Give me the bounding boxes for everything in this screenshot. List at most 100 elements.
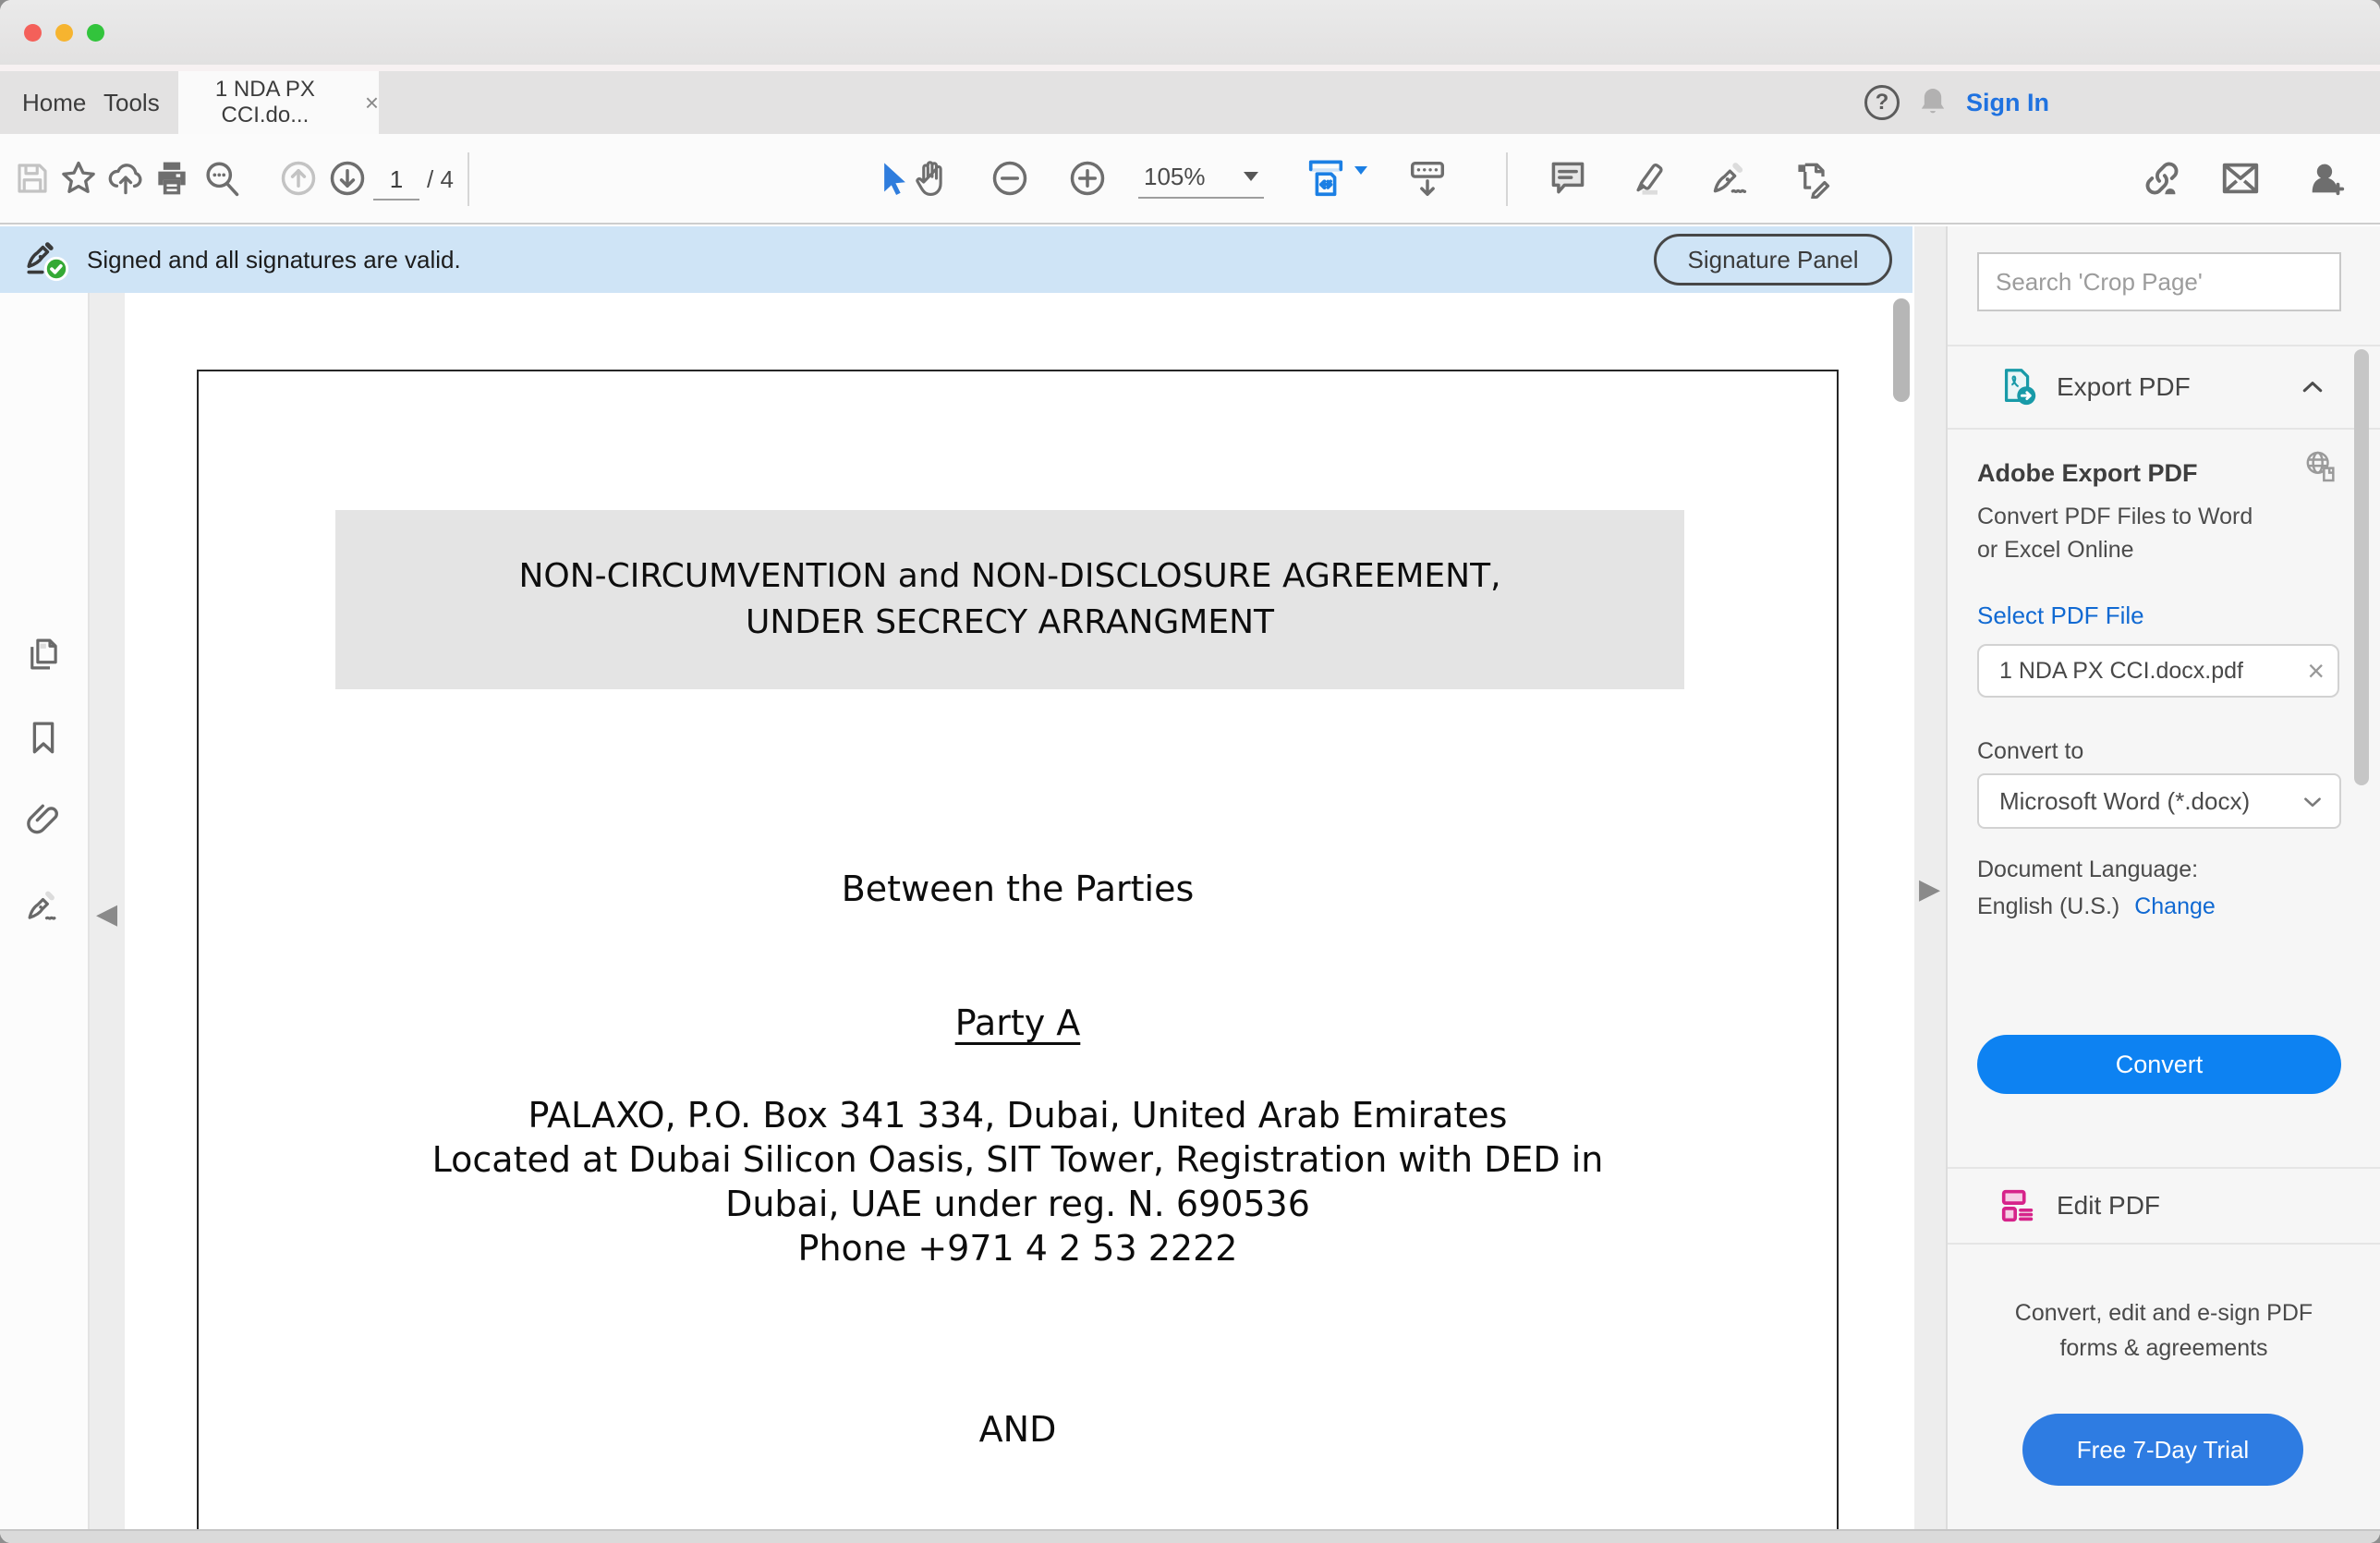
fill-and-sign-icon[interactable] — [1708, 157, 1751, 200]
signatures-panel-icon[interactable] — [22, 884, 65, 927]
zoom-in-icon[interactable] — [1066, 157, 1109, 200]
select-tool-icon[interactable] — [870, 157, 913, 200]
window-bottom-edge — [0, 1529, 2380, 1543]
email-icon[interactable] — [2219, 157, 2262, 200]
promo-text-line2: forms & agreements — [1948, 1335, 2380, 1362]
tab-home[interactable]: Home — [22, 71, 86, 134]
minimize-window-button[interactable] — [55, 24, 73, 42]
page-display-icon[interactable] — [1406, 157, 1449, 200]
fit-options-chevron-icon[interactable] — [1354, 175, 1367, 188]
change-language-link[interactable]: Change — [2134, 893, 2216, 920]
convert-button[interactable]: Convert — [1977, 1035, 2341, 1094]
fit-width-icon[interactable] — [1305, 157, 1347, 200]
document-viewport[interactable]: NON-CIRCUMVENTION and NON-DISCLOSURE AGR… — [125, 293, 1888, 1529]
online-service-icon — [2302, 448, 2339, 485]
edit-pdf-tool-row[interactable]: Edit PDF — [1948, 1167, 2380, 1245]
bookmarks-icon[interactable] — [22, 716, 65, 759]
acrobat-window: Home Tools 1 NDA PX CCI.do... × ? Sign I… — [0, 0, 2380, 1543]
document-title-block: NON-CIRCUMVENTION and NON-DISCLOSURE AGR… — [335, 510, 1684, 689]
chevron-left-icon: ◀ — [96, 898, 117, 930]
chevron-down-icon — [2301, 790, 2325, 814]
page-number-input[interactable] — [373, 160, 419, 200]
address-line: PALAXO, P.O. Box 341 334, Dubai, United … — [199, 1093, 1837, 1137]
adobe-export-pdf-heading: Adobe Export PDF — [1977, 459, 2198, 488]
selected-file-chip: 1 NDA PX CCI.docx.pdf × — [1977, 644, 2339, 698]
conjunction-text: AND — [199, 1407, 1837, 1452]
promo-text-line1: Convert, edit and e-sign PDF — [1948, 1300, 2380, 1327]
free-trial-button[interactable]: Free 7-Day Trial — [2022, 1414, 2303, 1486]
zoom-out-icon[interactable] — [989, 157, 1031, 200]
edit-pdf-label: Edit PDF — [2057, 1169, 2160, 1243]
signature-valid-icon — [24, 237, 70, 283]
sign-in-button[interactable]: Sign In — [1966, 71, 2049, 134]
address-line: Located at Dubai Silicon Oasis, SIT Towe… — [199, 1137, 1837, 1182]
chevron-down-icon — [1244, 172, 1258, 181]
edit-pdf-icon — [1998, 1185, 2040, 1227]
search-icon[interactable] — [200, 157, 243, 200]
address-line: Phone +971 4 2 53 2222 — [199, 1226, 1837, 1270]
toolbar-divider — [468, 152, 469, 206]
tab-tools[interactable]: Tools — [103, 71, 160, 134]
close-window-button[interactable] — [24, 24, 42, 42]
attachments-icon[interactable] — [22, 799, 65, 842]
panel-scrollbar-thumb[interactable] — [2354, 349, 2369, 785]
document-scrollbar-thumb[interactable] — [1893, 298, 1910, 402]
document-subtitle: Between the Parties — [199, 867, 1837, 911]
page-thumbnails-icon[interactable] — [22, 633, 65, 675]
export-pdf-label: Export PDF — [2057, 346, 2191, 428]
zoom-window-button[interactable] — [87, 24, 104, 42]
pdf-page: NON-CIRCUMVENTION and NON-DISCLOSURE AGR… — [197, 370, 1839, 1529]
signature-status-message: Signed and all signatures are valid. — [87, 226, 461, 293]
traffic-lights — [24, 24, 104, 42]
collapse-navigation-pane-button[interactable]: ◀ — [90, 293, 125, 1529]
tab-document-label: 1 NDA PX CCI.do... — [178, 77, 352, 128]
chevron-right-icon: ▶ — [1919, 873, 1940, 905]
convert-format-dropdown[interactable]: Microsoft Word (*.docx) — [1977, 773, 2341, 829]
highlight-icon[interactable] — [1626, 157, 1669, 200]
page-count-label: / 4 — [427, 134, 454, 225]
share-document-cloud-icon[interactable] — [104, 157, 147, 200]
tab-document[interactable]: 1 NDA PX CCI.do... × — [178, 71, 379, 134]
main-toolbar: / 4 105% — [0, 134, 2380, 225]
party-a-heading: Party A — [199, 1001, 1837, 1045]
zoom-level-value: 105% — [1144, 163, 1206, 191]
zoom-level-dropdown[interactable]: 105% — [1138, 156, 1264, 199]
chevron-up-icon — [2299, 373, 2326, 401]
tab-bar: Home Tools 1 NDA PX CCI.do... × ? Sign I… — [0, 71, 2380, 134]
help-icon[interactable]: ? — [1864, 85, 1900, 120]
expand-tools-pane-button[interactable]: ▶ — [1914, 226, 1946, 1529]
more-tools-icon[interactable] — [1791, 157, 1834, 200]
convert-to-label: Convert to — [1977, 738, 2083, 765]
address-line: Dubai, UAE under reg. N. 690536 — [199, 1182, 1837, 1226]
signature-status-bar: Signed and all signatures are valid. Sig… — [0, 226, 1912, 293]
tools-panel: Export PDF Adobe Export PDF Convert PDF … — [1946, 226, 2380, 1529]
selected-file-name: 1 NDA PX CCI.docx.pdf — [1999, 646, 2243, 696]
search-tools-input[interactable] — [1977, 252, 2341, 311]
export-pdf-icon — [1998, 366, 2040, 408]
document-language-label: Document Language: — [1977, 857, 2198, 883]
save-icon[interactable] — [11, 157, 54, 200]
share-link-icon[interactable] — [2141, 157, 2183, 200]
comment-icon[interactable] — [1547, 157, 1589, 200]
document-language-row: English (U.S.) Change — [1977, 893, 2216, 920]
request-signatures-icon[interactable] — [2305, 157, 2348, 200]
export-description-line1: Convert PDF Files to Word — [1977, 504, 2252, 530]
export-pdf-tool-row[interactable]: Export PDF — [1948, 345, 2380, 430]
navigation-pane — [0, 293, 90, 1529]
hand-tool-icon[interactable] — [910, 157, 953, 200]
convert-format-value: Microsoft Word (*.docx) — [1999, 775, 2250, 827]
titlebar-divider — [0, 65, 2380, 71]
document-scrollbar[interactable] — [1888, 293, 1914, 1529]
document-title-line1: NON-CIRCUMVENTION and NON-DISCLOSURE AGR… — [518, 553, 1500, 600]
toolbar-divider — [1506, 152, 1508, 206]
notifications-bell-icon[interactable] — [1914, 82, 1955, 123]
document-language-value: English (U.S.) — [1977, 893, 2119, 920]
remove-file-icon[interactable]: × — [2307, 646, 2325, 696]
star-favorite-icon[interactable] — [57, 157, 100, 200]
tab-close-icon[interactable]: × — [365, 91, 379, 115]
signature-panel-button[interactable]: Signature Panel — [1654, 234, 1892, 286]
previous-page-icon[interactable] — [277, 157, 320, 200]
next-page-icon[interactable] — [326, 157, 369, 200]
select-pdf-file-link[interactable]: Select PDF File — [1977, 601, 2144, 630]
print-icon[interactable] — [151, 157, 193, 200]
